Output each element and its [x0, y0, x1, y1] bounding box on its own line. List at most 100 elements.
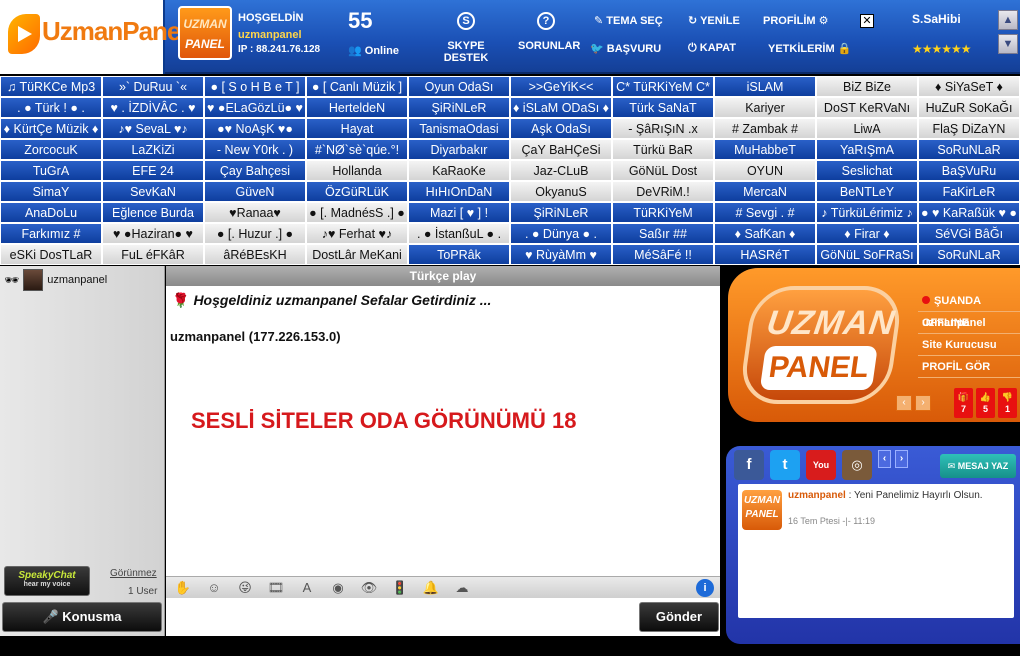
close-x-icon[interactable]: ✕	[860, 14, 874, 28]
scroll-down-icon[interactable]: ▼	[998, 34, 1018, 54]
room-button[interactable]: ♦ SiYaSeT ♦	[918, 76, 1020, 97]
dislike-vote[interactable]: 👎 1	[998, 388, 1017, 418]
room-button[interactable]: ŞiRiNLeR	[408, 97, 510, 118]
room-button[interactable]: Hayat	[306, 118, 408, 139]
room-button[interactable]: . ● Dünya ● .	[510, 223, 612, 244]
room-button[interactable]: ŞiRiNLeR	[510, 202, 612, 223]
room-button[interactable]: KaRaoKe	[408, 160, 510, 181]
room-button[interactable]: BiZ BiZe	[816, 76, 918, 97]
next-arrow-icon[interactable]: ›	[895, 450, 908, 468]
hand-icon[interactable]: ✋	[174, 580, 192, 596]
prev-arrow-icon[interactable]: ‹	[896, 395, 912, 411]
room-button[interactable]: LiwA	[816, 118, 918, 139]
room-button[interactable]: ● [. Huzur .] ●	[204, 223, 306, 244]
like-vote[interactable]: 👍 5	[976, 388, 995, 418]
room-button[interactable]: Oyun OdaSı	[408, 76, 510, 97]
twitter-icon[interactable]: t	[770, 450, 800, 480]
room-button[interactable]: ● ♥ KaRaßük ♥ ●	[918, 202, 1020, 223]
room-button[interactable]: Aşk OdaSı	[510, 118, 612, 139]
scroll-up-icon[interactable]: ▲	[998, 10, 1018, 30]
room-button[interactable]: eSKi DosTLaR	[0, 244, 102, 265]
user-avatar[interactable]: UZMAN PANEL	[178, 6, 232, 60]
room-button[interactable]: YaRıŞmA	[816, 139, 918, 160]
prev-arrow-icon[interactable]: ‹	[878, 450, 891, 468]
room-button[interactable]: SimaY	[0, 181, 102, 202]
room-button[interactable]: OkyanuS	[510, 181, 612, 202]
room-button[interactable]: ♦ KürtÇe Müzik ♦	[0, 118, 102, 139]
invisible-toggle[interactable]: Görünmez	[110, 568, 157, 579]
talk-button[interactable]: 🎤 Konusma	[2, 602, 162, 632]
skype-support-button[interactable]: S SKYPE DESTEK	[430, 12, 502, 64]
room-button[interactable]: GüveN	[204, 181, 306, 202]
room-button[interactable]: Seslichat	[816, 160, 918, 181]
room-button[interactable]: FlaŞ DiZaYN	[918, 118, 1020, 139]
room-button[interactable]: - New Y0rk . )	[204, 139, 306, 160]
room-button[interactable]: TuGrA	[0, 160, 102, 181]
room-button[interactable]: ÇaY BaHÇeSi	[510, 139, 612, 160]
post-user[interactable]: uzmanpanel	[788, 490, 846, 501]
room-button[interactable]: LaZKiZi	[102, 139, 204, 160]
profile-button[interactable]: PROFİLİM ⚙	[763, 14, 828, 27]
theme-select-button[interactable]: ✎ TEMA SEÇ	[594, 14, 663, 27]
room-button[interactable]: SéVGi BâĞı	[918, 223, 1020, 244]
room-button[interactable]: ♦ SafKan ♦	[714, 223, 816, 244]
cloud-upload-icon[interactable]: ☁	[453, 580, 471, 596]
room-button[interactable]: Diyarbakır	[408, 139, 510, 160]
send-button[interactable]: Gönder	[639, 602, 719, 632]
room-button[interactable]: SoRuNLaR	[918, 244, 1020, 265]
room-button[interactable]: GöNüL SoFRaSı	[816, 244, 918, 265]
room-button[interactable]: HuZuR SoKaĞı	[918, 97, 1020, 118]
room-button[interactable]: Türk SaNaT	[612, 97, 714, 118]
room-button[interactable]: ToPRâk	[408, 244, 510, 265]
message-input[interactable]	[166, 600, 636, 634]
room-button[interactable]: - ŞâRıŞıN .x	[612, 118, 714, 139]
room-button[interactable]: iSLAM	[714, 76, 816, 97]
site-logo[interactable]: UzmanPanel	[0, 0, 188, 74]
room-button[interactable]: ●♥ NoAşK ♥●	[204, 118, 306, 139]
room-button[interactable]: MuHabbeT	[714, 139, 816, 160]
room-button[interactable]: TanismaOdasi	[408, 118, 510, 139]
eye-icon[interactable]: 👁	[360, 580, 378, 596]
application-button[interactable]: 🐦 BAŞVURU	[590, 42, 661, 55]
room-button[interactable]: >>GeYiK<<	[510, 76, 612, 97]
room-button[interactable]: »` DuRuu `«	[102, 76, 204, 97]
info-icon[interactable]: i	[696, 578, 714, 597]
room-button[interactable]: C* TüRKiYeM C*	[612, 76, 714, 97]
room-button[interactable]: ♪♥ Ferhat ♥♪	[306, 223, 408, 244]
write-message-button[interactable]: ✉ MESAJ YAZ	[940, 454, 1016, 478]
room-button[interactable]: ♦ Firar ♦	[816, 223, 918, 244]
user-list-item[interactable]: 🕶 uzmanpanel	[4, 268, 107, 292]
gift-vote[interactable]: 🎁 7	[954, 388, 973, 418]
film-icon[interactable]: 🎞	[267, 580, 285, 596]
room-button[interactable]: ♪♥ SevaL ♥♪	[102, 118, 204, 139]
room-button[interactable]: MercaN	[714, 181, 816, 202]
room-button[interactable]: HerteldeN	[306, 97, 408, 118]
room-button[interactable]: FaKirLeR	[918, 181, 1020, 202]
view-profile-link[interactable]: PROFİL GÖR	[918, 356, 1020, 378]
room-button[interactable]: HıHıOnDaN	[408, 181, 510, 202]
room-button[interactable]: SevKaN	[102, 181, 204, 202]
room-button[interactable]: ♫ TüRKCe Mp3	[0, 76, 102, 97]
room-button[interactable]: # Sevgi . #	[714, 202, 816, 223]
room-button[interactable]: BaŞVuRu	[918, 160, 1020, 181]
text-format-icon[interactable]: A	[298, 580, 316, 595]
room-button[interactable]: Çay Bahçesi	[204, 160, 306, 181]
room-button[interactable]: Hollanda	[306, 160, 408, 181]
room-button[interactable]: Saßır ##	[612, 223, 714, 244]
permissions-button[interactable]: YETKİLERİM 🔒	[768, 42, 851, 55]
room-button[interactable]: Mazi [ ♥ ] !	[408, 202, 510, 223]
room-button[interactable]: Kariyer	[714, 97, 816, 118]
room-button[interactable]: ♥ ●Haziran● ♥	[102, 223, 204, 244]
room-button[interactable]: ● [. MadnésS .] ●	[306, 202, 408, 223]
room-button[interactable]: Farkımız #	[0, 223, 102, 244]
room-button[interactable]: DeVRiM.!	[612, 181, 714, 202]
smiley-icon[interactable]: ☺	[205, 580, 223, 595]
facebook-icon[interactable]: f	[734, 450, 764, 480]
webcam-icon[interactable]: ◉	[329, 580, 347, 596]
room-button[interactable]: BeNTLeY	[816, 181, 918, 202]
room-button[interactable]: EFE 24	[102, 160, 204, 181]
room-button[interactable]: TüRKiYeM	[612, 202, 714, 223]
room-button[interactable]: ♥Ranaa♥	[204, 202, 306, 223]
next-arrow-icon[interactable]: ›	[915, 395, 931, 411]
room-button[interactable]: DostLâr MeKani	[306, 244, 408, 265]
